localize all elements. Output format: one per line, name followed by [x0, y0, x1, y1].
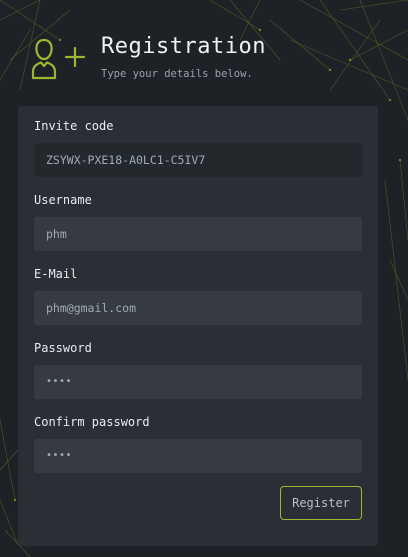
confirm-password-field: Confirm password ••••: [34, 414, 362, 473]
confirm-password-input[interactable]: ••••: [34, 439, 362, 473]
email-label: E-Mail: [34, 267, 78, 281]
username-field: Username phm: [34, 192, 362, 251]
page-title: Registration: [101, 34, 266, 59]
register-button[interactable]: Register: [280, 486, 362, 520]
invite-code-field: Invite code ZSYWX-PXE18-A0LC1-C5IV7: [34, 118, 362, 177]
page-header: Registration Type your details below.: [30, 34, 390, 86]
password-field: Password ••••: [34, 340, 362, 399]
user-add-icon: [31, 38, 86, 80]
password-label: Password: [34, 341, 92, 355]
email-input[interactable]: phm@gmail.com: [34, 291, 362, 325]
confirm-password-label: Confirm password: [34, 415, 150, 429]
username-input[interactable]: phm: [34, 217, 362, 251]
page-subtitle: Type your details below.: [101, 68, 253, 80]
invite-code-label: Invite code: [34, 119, 114, 133]
invite-code-input[interactable]: ZSYWX-PXE18-A0LC1-C5IV7: [34, 143, 362, 177]
email-field: E-Mail phm@gmail.com: [34, 266, 362, 325]
password-input[interactable]: ••••: [34, 365, 362, 399]
registration-form: Invite code ZSYWX-PXE18-A0LC1-C5IV7 User…: [18, 106, 378, 546]
username-label: Username: [34, 193, 92, 207]
